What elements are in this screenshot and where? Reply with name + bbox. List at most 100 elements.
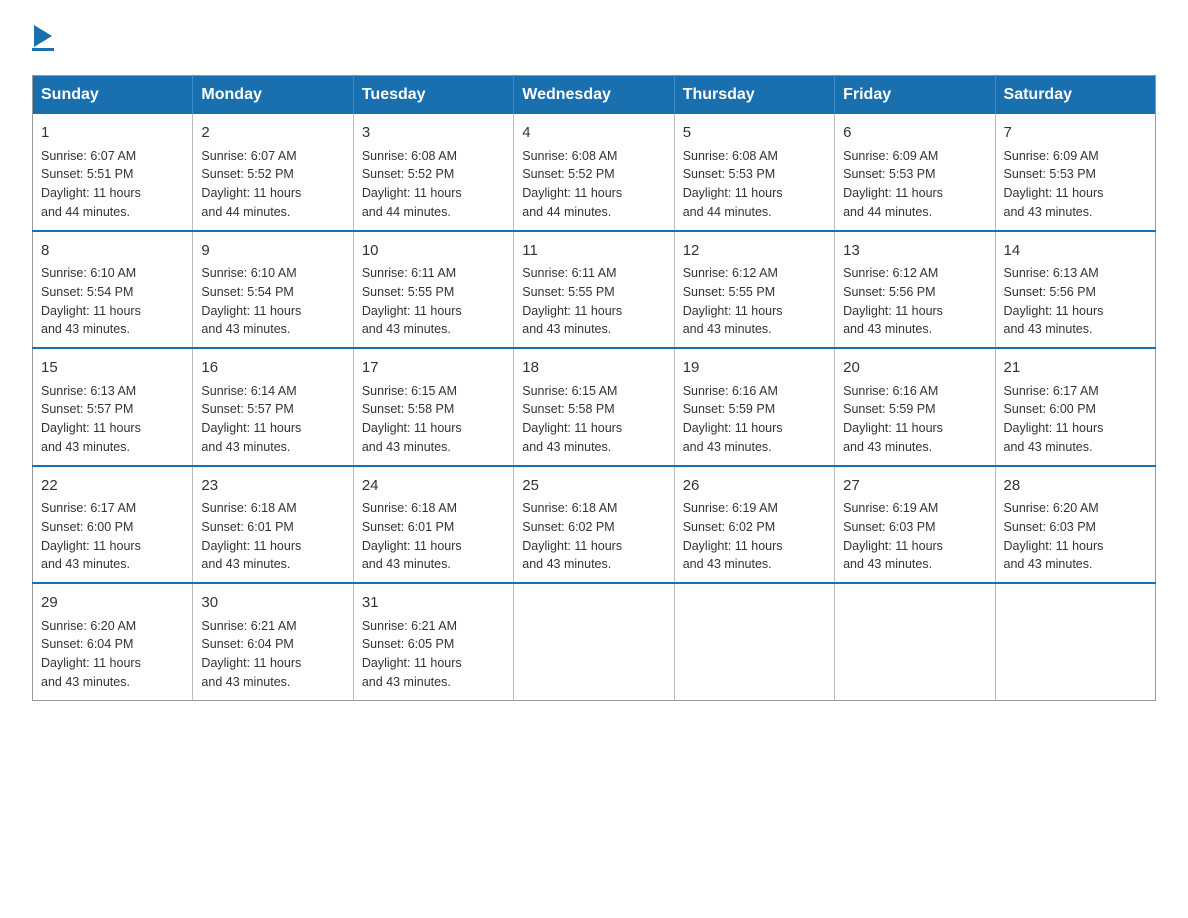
calendar-cell: 4 Sunrise: 6:08 AMSunset: 5:52 PMDaylight… <box>514 114 674 231</box>
day-info: Sunrise: 6:10 AMSunset: 5:54 PMDaylight:… <box>201 266 301 336</box>
calendar-cell: 30 Sunrise: 6:21 AMSunset: 6:04 PMDayligh… <box>193 583 353 700</box>
calendar-cell: 31 Sunrise: 6:21 AMSunset: 6:05 PMDayligh… <box>353 583 513 700</box>
day-number: 10 <box>362 240 505 263</box>
day-info: Sunrise: 6:13 AMSunset: 5:57 PMDaylight:… <box>41 384 141 454</box>
day-number: 18 <box>522 357 665 380</box>
calendar-cell: 9 Sunrise: 6:10 AMSunset: 5:54 PMDaylight… <box>193 231 353 349</box>
weekday-header-saturday: Saturday <box>995 76 1155 115</box>
day-info: Sunrise: 6:12 AMSunset: 5:56 PMDaylight:… <box>843 266 943 336</box>
weekday-header-thursday: Thursday <box>674 76 834 115</box>
calendar-cell: 7Sunrise: 6:09 AMSunset: 5:53 PMDaylight… <box>995 114 1155 231</box>
day-number: 9 <box>201 240 344 263</box>
day-info: Sunrise: 6:19 AMSunset: 6:02 PMDaylight:… <box>683 501 783 571</box>
calendar-cell <box>835 583 995 700</box>
day-number: 20 <box>843 357 986 380</box>
calendar-cell: 14Sunrise: 6:13 AMSunset: 5:56 PMDayligh… <box>995 231 1155 349</box>
calendar-cell: 28 Sunrise: 6:20 AMSunset: 6:03 PMDayligh… <box>995 466 1155 584</box>
day-number: 22 <box>41 475 184 498</box>
calendar-cell: 20 Sunrise: 6:16 AMSunset: 5:59 PMDayligh… <box>835 348 995 466</box>
calendar-header: SundayMondayTuesdayWednesdayThursdayFrid… <box>33 76 1156 115</box>
day-info: Sunrise: 6:21 AMSunset: 6:04 PMDaylight:… <box>201 619 301 689</box>
calendar-cell: 10 Sunrise: 6:11 AMSunset: 5:55 PMDayligh… <box>353 231 513 349</box>
day-number: 4 <box>522 122 665 145</box>
day-number: 30 <box>201 592 344 615</box>
day-number: 31 <box>362 592 505 615</box>
day-info: Sunrise: 6:07 AMSunset: 5:52 PMDaylight:… <box>201 149 301 219</box>
day-number: 27 <box>843 475 986 498</box>
calendar-cell: 2Sunrise: 6:07 AMSunset: 5:52 PMDaylight… <box>193 114 353 231</box>
day-number: 26 <box>683 475 826 498</box>
calendar-cell <box>995 583 1155 700</box>
day-number: 17 <box>362 357 505 380</box>
day-info: Sunrise: 6:08 AMSunset: 5:52 PMDaylight:… <box>362 149 462 219</box>
day-number: 7 <box>1004 122 1147 145</box>
week-row-1: 1 Sunrise: 6:07 AMSunset: 5:51 PMDaylight… <box>33 114 1156 231</box>
logo-text <box>32 24 54 50</box>
calendar-body: 1 Sunrise: 6:07 AMSunset: 5:51 PMDaylight… <box>33 114 1156 700</box>
day-info: Sunrise: 6:11 AMSunset: 5:55 PMDaylight:… <box>362 266 462 336</box>
calendar-cell: 1 Sunrise: 6:07 AMSunset: 5:51 PMDaylight… <box>33 114 193 231</box>
calendar-cell: 16Sunrise: 6:14 AMSunset: 5:57 PMDayligh… <box>193 348 353 466</box>
day-info: Sunrise: 6:15 AMSunset: 5:58 PMDaylight:… <box>362 384 462 454</box>
calendar-cell: 13 Sunrise: 6:12 AMSunset: 5:56 PMDayligh… <box>835 231 995 349</box>
day-info: Sunrise: 6:17 AMSunset: 6:00 PMDaylight:… <box>41 501 141 571</box>
day-info: Sunrise: 6:10 AMSunset: 5:54 PMDaylight:… <box>41 266 141 336</box>
calendar-cell: 12 Sunrise: 6:12 AMSunset: 5:55 PMDayligh… <box>674 231 834 349</box>
calendar-cell: 25 Sunrise: 6:18 AMSunset: 6:02 PMDayligh… <box>514 466 674 584</box>
day-info: Sunrise: 6:09 AMSunset: 5:53 PMDaylight:… <box>843 149 943 219</box>
calendar-cell: 15 Sunrise: 6:13 AMSunset: 5:57 PMDayligh… <box>33 348 193 466</box>
week-row-4: 22 Sunrise: 6:17 AMSunset: 6:00 PMDayligh… <box>33 466 1156 584</box>
week-row-3: 15 Sunrise: 6:13 AMSunset: 5:57 PMDayligh… <box>33 348 1156 466</box>
day-info: Sunrise: 6:20 AMSunset: 6:04 PMDaylight:… <box>41 619 141 689</box>
day-number: 15 <box>41 357 184 380</box>
day-info: Sunrise: 6:21 AMSunset: 6:05 PMDaylight:… <box>362 619 462 689</box>
day-info: Sunrise: 6:20 AMSunset: 6:03 PMDaylight:… <box>1004 501 1104 571</box>
calendar-cell: 29Sunrise: 6:20 AMSunset: 6:04 PMDayligh… <box>33 583 193 700</box>
calendar-cell: 18Sunrise: 6:15 AMSunset: 5:58 PMDayligh… <box>514 348 674 466</box>
calendar-cell: 5 Sunrise: 6:08 AMSunset: 5:53 PMDaylight… <box>674 114 834 231</box>
calendar-cell: 11Sunrise: 6:11 AMSunset: 5:55 PMDayligh… <box>514 231 674 349</box>
day-number: 13 <box>843 240 986 263</box>
day-number: 25 <box>522 475 665 498</box>
calendar-cell: 19 Sunrise: 6:16 AMSunset: 5:59 PMDayligh… <box>674 348 834 466</box>
day-number: 6 <box>843 122 986 145</box>
weekday-header-wednesday: Wednesday <box>514 76 674 115</box>
calendar-cell: 23Sunrise: 6:18 AMSunset: 6:01 PMDayligh… <box>193 466 353 584</box>
day-info: Sunrise: 6:18 AMSunset: 6:02 PMDaylight:… <box>522 501 622 571</box>
calendar-cell: 22 Sunrise: 6:17 AMSunset: 6:00 PMDayligh… <box>33 466 193 584</box>
day-info: Sunrise: 6:11 AMSunset: 5:55 PMDaylight:… <box>522 266 622 336</box>
day-number: 8 <box>41 240 184 263</box>
weekday-header-friday: Friday <box>835 76 995 115</box>
logo-arrow-icon <box>34 24 52 50</box>
week-row-2: 8 Sunrise: 6:10 AMSunset: 5:54 PMDaylight… <box>33 231 1156 349</box>
day-number: 1 <box>41 122 184 145</box>
day-info: Sunrise: 6:08 AMSunset: 5:53 PMDaylight:… <box>683 149 783 219</box>
weekday-header-sunday: Sunday <box>33 76 193 115</box>
day-info: Sunrise: 6:18 AMSunset: 6:01 PMDaylight:… <box>362 501 462 571</box>
day-info: Sunrise: 6:17 AMSunset: 6:00 PMDaylight:… <box>1004 384 1104 454</box>
day-number: 24 <box>362 475 505 498</box>
weekday-header-monday: Monday <box>193 76 353 115</box>
day-info: Sunrise: 6:13 AMSunset: 5:56 PMDaylight:… <box>1004 266 1104 336</box>
day-info: Sunrise: 6:07 AMSunset: 5:51 PMDaylight:… <box>41 149 141 219</box>
day-number: 12 <box>683 240 826 263</box>
calendar-cell <box>674 583 834 700</box>
calendar-cell: 8 Sunrise: 6:10 AMSunset: 5:54 PMDaylight… <box>33 231 193 349</box>
day-info: Sunrise: 6:16 AMSunset: 5:59 PMDaylight:… <box>843 384 943 454</box>
day-info: Sunrise: 6:08 AMSunset: 5:52 PMDaylight:… <box>522 149 622 219</box>
day-info: Sunrise: 6:16 AMSunset: 5:59 PMDaylight:… <box>683 384 783 454</box>
weekday-header-row: SundayMondayTuesdayWednesdayThursdayFrid… <box>33 76 1156 115</box>
day-number: 5 <box>683 122 826 145</box>
calendar-cell: 3Sunrise: 6:08 AMSunset: 5:52 PMDaylight… <box>353 114 513 231</box>
calendar-cell: 17 Sunrise: 6:15 AMSunset: 5:58 PMDayligh… <box>353 348 513 466</box>
day-number: 16 <box>201 357 344 380</box>
day-info: Sunrise: 6:18 AMSunset: 6:01 PMDaylight:… <box>201 501 301 571</box>
logo-underline <box>32 48 54 51</box>
day-number: 28 <box>1004 475 1147 498</box>
calendar-table: SundayMondayTuesdayWednesdayThursdayFrid… <box>32 75 1156 701</box>
day-number: 19 <box>683 357 826 380</box>
day-number: 21 <box>1004 357 1147 380</box>
page-header <box>32 24 1156 51</box>
calendar-cell: 21 Sunrise: 6:17 AMSunset: 6:00 PMDayligh… <box>995 348 1155 466</box>
day-info: Sunrise: 6:12 AMSunset: 5:55 PMDaylight:… <box>683 266 783 336</box>
